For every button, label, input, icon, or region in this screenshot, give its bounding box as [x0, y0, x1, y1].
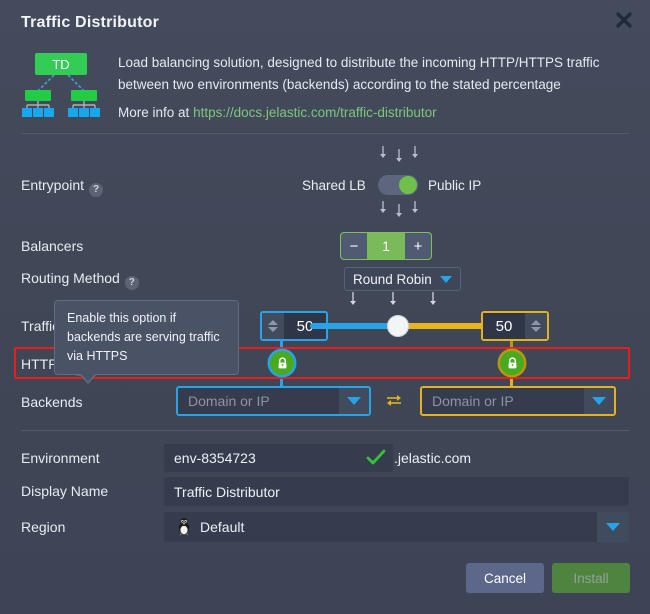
- routing-method-label-text: Routing Method: [21, 270, 120, 286]
- region-value-wrap: Default: [164, 517, 597, 538]
- balancers-value[interactable]: 1: [367, 233, 405, 259]
- divider-bottom: [21, 430, 629, 431]
- flow-arrows-below-toggle: [378, 199, 422, 221]
- check-icon: [366, 449, 386, 472]
- backend-right-dropdown-arrow[interactable]: [584, 388, 614, 414]
- backends-label: Backends: [21, 394, 83, 410]
- linux-penguin-icon: [176, 517, 192, 538]
- flow-arrows-above-slider: [348, 291, 440, 311]
- spinner-up-icon[interactable]: [268, 320, 278, 325]
- spinner-up-icon[interactable]: [531, 320, 541, 325]
- divider-top: [21, 133, 629, 134]
- routing-method-select[interactable]: Round Robin: [344, 267, 461, 291]
- close-icon[interactable]: [610, 6, 638, 34]
- https-tooltip-text: Enable this option if backends are servi…: [67, 311, 220, 363]
- environment-value: env-8354723: [174, 450, 256, 466]
- backend-right-placeholder: Domain or IP: [432, 393, 514, 409]
- display-name-value: Traffic Distributor: [174, 483, 280, 500]
- traffic-left-spinner-arrows[interactable]: [262, 313, 284, 339]
- flow-arrows-above-toggle: [378, 144, 422, 166]
- more-info-line: More info at https://docs.jelastic.com/t…: [118, 105, 437, 120]
- balancers-decrement-button[interactable]: −: [341, 233, 367, 259]
- app-info-block: TD Load balancing solution, designed to …: [0, 45, 650, 128]
- entrypoint-label: Entrypoint?: [21, 177, 104, 197]
- https-tooltip: Enable this option if backends are servi…: [54, 300, 239, 384]
- tooltip-tail: [81, 374, 95, 382]
- balancers-stepper[interactable]: − 1 +: [340, 232, 432, 260]
- chevron-down-icon: [439, 275, 452, 283]
- traffic-right-spinner[interactable]: 50: [481, 311, 549, 341]
- backend-left-dropdown-arrow[interactable]: [339, 388, 369, 414]
- environment-input[interactable]: env-8354723: [164, 444, 393, 472]
- install-button[interactable]: Install: [552, 563, 630, 593]
- https-right-lock-icon[interactable]: [500, 351, 524, 375]
- routing-method-help-icon[interactable]: ?: [124, 276, 139, 290]
- chevron-down-icon: [592, 397, 606, 405]
- entrypoint-toggle[interactable]: [378, 175, 418, 195]
- routing-method-label: Routing Method?: [21, 270, 139, 290]
- region-label: Region: [21, 519, 66, 535]
- backend-right-select[interactable]: Domain or IP: [420, 386, 616, 416]
- region-value: Default: [200, 519, 245, 535]
- routing-method-value: Round Robin: [353, 271, 432, 287]
- display-name-label: Display Name: [21, 483, 109, 499]
- toggle-knob: [399, 176, 417, 194]
- app-description: Load balancing solution, designed to dis…: [118, 55, 600, 92]
- traffic-right-value[interactable]: 50: [483, 313, 525, 339]
- chevron-down-icon: [606, 523, 620, 531]
- balancers-label: Balancers: [21, 238, 84, 254]
- traffic-distributor-dialog: Traffic Distributor TD Load balancing so…: [0, 0, 650, 614]
- public-ip-label: Public IP: [428, 178, 482, 193]
- environment-domain-suffix: .jelastic.com: [394, 450, 472, 466]
- shared-lb-label: Shared LB: [302, 178, 366, 193]
- swap-icon[interactable]: [384, 392, 404, 412]
- spinner-down-icon[interactable]: [268, 327, 278, 332]
- environment-label: Environment: [21, 450, 100, 466]
- traffic-right-spinner-arrows[interactable]: [525, 313, 547, 339]
- backend-left-select[interactable]: Domain or IP: [176, 386, 371, 416]
- docs-link[interactable]: https://docs.jelastic.com/traffic-distri…: [193, 105, 437, 120]
- entrypoint-help-icon[interactable]: ?: [89, 183, 104, 197]
- chevron-down-icon: [347, 397, 361, 405]
- page-title: Traffic Distributor: [21, 14, 160, 31]
- region-select[interactable]: Default: [164, 512, 629, 542]
- entrypoint-label-text: Entrypoint: [21, 177, 85, 193]
- dialog-titlebar: Traffic Distributor: [0, 0, 650, 45]
- spinner-down-icon[interactable]: [531, 327, 541, 332]
- balancers-increment-button[interactable]: +: [405, 233, 431, 259]
- traffic-slider-handle[interactable]: [387, 315, 409, 337]
- backend-left-placeholder: Domain or IP: [188, 393, 270, 409]
- more-info-label: More info at: [118, 105, 190, 120]
- cancel-button[interactable]: Cancel: [466, 563, 544, 593]
- display-name-input[interactable]: Traffic Distributor: [164, 477, 629, 506]
- https-left-lock-icon[interactable]: [270, 351, 294, 375]
- svg-text:TD: TD: [52, 57, 69, 72]
- region-dropdown-arrow[interactable]: [597, 512, 629, 542]
- traffic-distributor-icon: TD: [16, 49, 106, 117]
